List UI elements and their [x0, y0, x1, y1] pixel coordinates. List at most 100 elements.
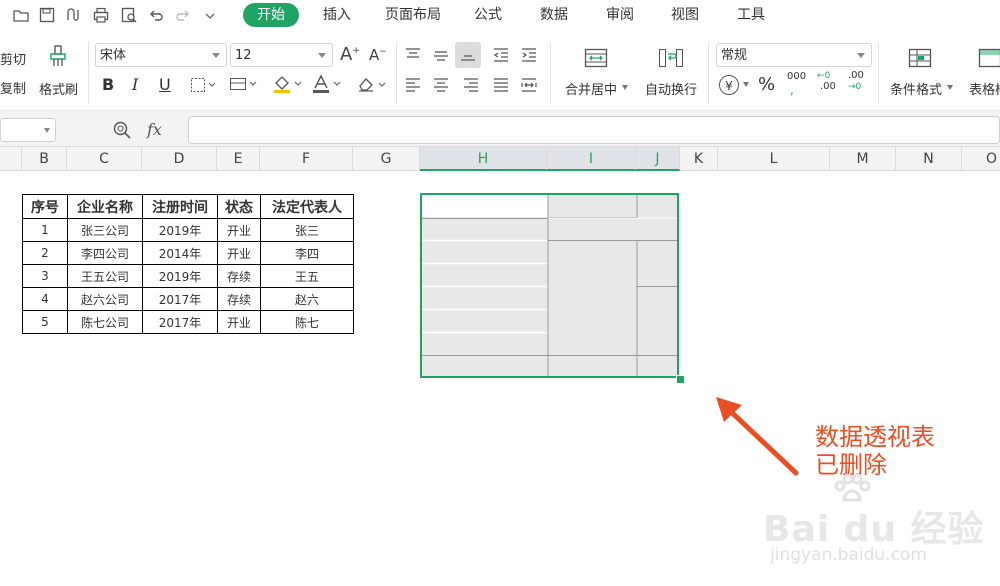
increase-indent-icon[interactable]	[520, 46, 538, 64]
column-header-F[interactable]: F	[260, 147, 353, 171]
merge-center-dropdown-icon[interactable]	[622, 85, 628, 90]
column-header-E[interactable]: E	[217, 147, 260, 171]
table-cell[interactable]: 4	[22, 287, 68, 311]
decrease-font-icon[interactable]: A−	[369, 46, 387, 64]
column-header-D[interactable]: D	[142, 147, 217, 171]
table-cell[interactable]: 存续	[217, 264, 261, 288]
increase-font-icon[interactable]: A+	[340, 44, 360, 65]
currency-dropdown-icon[interactable]	[743, 82, 749, 87]
font-color-icon[interactable]	[311, 74, 343, 94]
font-size-select[interactable]: 12	[230, 43, 333, 67]
selected-range[interactable]	[420, 193, 679, 378]
table-cell[interactable]: 李四	[260, 241, 354, 265]
table-cell[interactable]: 王五公司	[67, 264, 143, 288]
table-cell[interactable]: 2019年	[142, 264, 218, 288]
table-cell[interactable]: 2014年	[142, 241, 218, 265]
column-header-I[interactable]: I	[547, 147, 636, 171]
align-right-icon[interactable]	[462, 76, 480, 94]
tab-formulas[interactable]: 公式	[474, 0, 502, 30]
format-painter-icon[interactable]	[48, 44, 70, 68]
formula-input[interactable]	[188, 116, 1000, 144]
align-top-icon[interactable]	[404, 46, 422, 64]
number-format-select[interactable]: 常规	[716, 43, 872, 67]
tab-insert[interactable]: 插入	[323, 0, 351, 30]
underline-button[interactable]: U	[159, 75, 171, 94]
merge-center-icon[interactable]	[584, 48, 608, 68]
justify-icon[interactable]	[492, 76, 510, 94]
name-box[interactable]	[0, 118, 56, 142]
tab-tools[interactable]: 工具	[737, 0, 765, 30]
table-cell[interactable]: 3	[22, 264, 68, 288]
align-center-icon[interactable]	[432, 76, 450, 94]
open-folder-icon[interactable]	[12, 6, 30, 24]
table-cell[interactable]: 1	[22, 218, 68, 242]
header-cell[interactable]: 序号	[22, 194, 68, 219]
table-cell[interactable]: 存续	[217, 287, 261, 311]
table-cell[interactable]: 开业	[217, 241, 261, 265]
column-header-B[interactable]: B	[22, 147, 67, 171]
font-name-select[interactable]: 宋体	[95, 43, 227, 67]
header-cell[interactable]: 企业名称	[67, 194, 143, 219]
currency-icon[interactable]: ¥	[719, 75, 739, 95]
fill-handle[interactable]	[676, 375, 685, 384]
header-cell[interactable]: 注册时间	[142, 194, 218, 219]
redo-icon[interactable]	[174, 6, 192, 24]
decrease-decimal-button[interactable]: .00	[848, 71, 864, 81]
percent-button[interactable]: %	[758, 74, 775, 95]
tab-page-layout[interactable]: 页面布局	[385, 0, 441, 30]
tab-data[interactable]: 数据	[540, 0, 568, 30]
table-cell[interactable]: 张三公司	[67, 218, 143, 242]
auto-wrap-button[interactable]: 自动换行	[645, 79, 697, 98]
column-header-K[interactable]: K	[680, 147, 718, 171]
conditional-format-button[interactable]: 条件格式	[890, 79, 942, 98]
column-header-O[interactable]: O	[962, 147, 1000, 171]
tab-view[interactable]: 视图	[671, 0, 699, 30]
auto-wrap-icon[interactable]	[658, 48, 684, 68]
column-header-C[interactable]: C	[67, 147, 142, 171]
save-icon[interactable]	[38, 6, 56, 24]
distribute-icon[interactable]	[520, 76, 538, 94]
table-style-button[interactable]: 表格样	[969, 79, 1000, 98]
header-cell[interactable]: 法定代表人	[260, 194, 354, 219]
name-box-dropdown-icon[interactable]	[44, 128, 50, 133]
header-cell[interactable]: 状态	[217, 194, 261, 219]
column-header-N[interactable]: N	[896, 147, 962, 171]
align-left-icon[interactable]	[404, 76, 422, 94]
merge-center-button[interactable]: 合并居中	[565, 79, 617, 98]
clear-icon[interactable]	[356, 75, 388, 93]
bold-button[interactable]: B	[102, 75, 114, 94]
print-icon[interactable]	[92, 6, 110, 24]
export-icon[interactable]	[64, 6, 82, 24]
table-cell[interactable]: 赵六	[260, 287, 354, 311]
table-cell[interactable]: 陈七公司	[67, 310, 143, 334]
align-middle-icon[interactable]	[432, 46, 450, 64]
column-header-J[interactable]: J	[636, 147, 680, 171]
copy-button[interactable]: 复制	[0, 78, 26, 97]
table-style-icon[interactable]	[978, 48, 1000, 68]
conditional-format-icon[interactable]	[908, 48, 934, 68]
fill-color-icon[interactable]	[272, 74, 304, 94]
tab-review[interactable]: 审阅	[606, 0, 634, 30]
column-header-M[interactable]: M	[830, 147, 896, 171]
table-cell[interactable]: 5	[22, 310, 68, 334]
column-header-A[interactable]	[0, 147, 22, 171]
table-cell[interactable]: 李四公司	[67, 241, 143, 265]
table-cell[interactable]: 2019年	[142, 218, 218, 242]
conditional-format-dropdown-icon[interactable]	[947, 85, 953, 90]
tab-home[interactable]: 开始	[243, 3, 299, 27]
customize-dropdown-icon[interactable]	[201, 6, 219, 24]
column-header-G[interactable]: G	[353, 147, 420, 171]
table-cell[interactable]: 2017年	[142, 287, 218, 311]
column-header-L[interactable]: L	[718, 147, 830, 171]
table-cell[interactable]: 赵六公司	[67, 287, 143, 311]
increase-decimal-button[interactable]: .00	[820, 82, 836, 92]
cut-button[interactable]: 剪切	[0, 49, 26, 68]
fx-button[interactable]: fx	[147, 120, 162, 139]
table-cell[interactable]: 开业	[217, 310, 261, 334]
table-cell[interactable]: 陈七	[260, 310, 354, 334]
table-cell[interactable]: 2017年	[142, 310, 218, 334]
column-header-H[interactable]: H	[420, 147, 547, 171]
table-cell[interactable]: 开业	[217, 218, 261, 242]
border-icon[interactable]	[190, 77, 218, 93]
undo-icon[interactable]	[147, 6, 165, 24]
